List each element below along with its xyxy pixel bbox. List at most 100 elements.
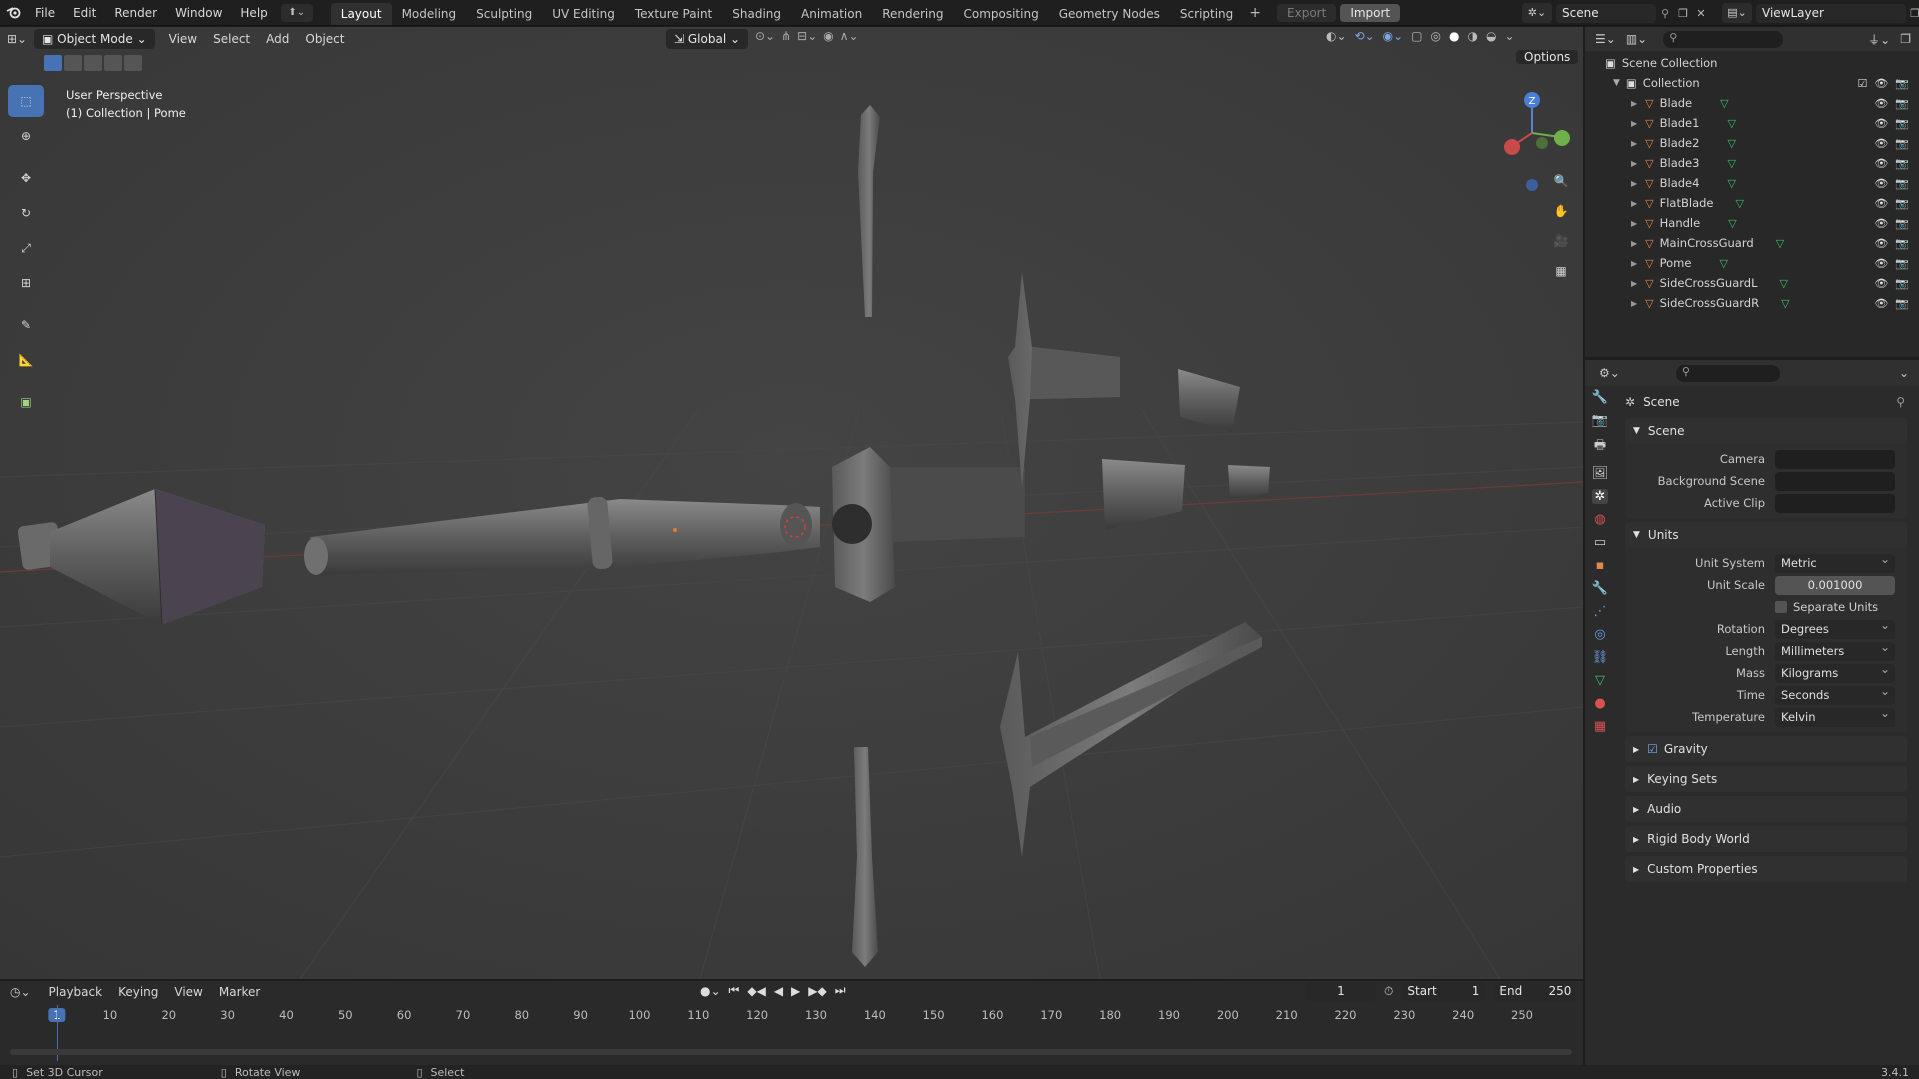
mass-dropdown[interactable]: Kilograms xyxy=(1775,660,1895,683)
mesh-data-icon[interactable]: ▽ xyxy=(1781,297,1789,310)
select-invert-icon[interactable] xyxy=(104,55,122,71)
separate-units-checkbox[interactable] xyxy=(1775,601,1787,613)
end-frame-field[interactable]: End 250 xyxy=(1493,982,1578,1001)
tab-geometry-nodes[interactable]: Geometry Nodes xyxy=(1049,3,1170,25)
render-camera-icon[interactable]: 📷 xyxy=(1895,177,1909,190)
rendered-shading-icon[interactable]: ◒ xyxy=(1486,29,1496,43)
visibility-eye-icon[interactable]: 👁 xyxy=(1874,177,1888,190)
visibility-eye-icon[interactable]: 👁 xyxy=(1874,137,1888,150)
overlay-toggle-icon[interactable]: ◉⌄ xyxy=(1383,29,1404,43)
render-camera-icon[interactable]: 📷 xyxy=(1895,297,1909,310)
visibility-eye-icon[interactable]: 👁 xyxy=(1874,97,1888,110)
tab-shading[interactable]: Shading xyxy=(722,3,791,25)
outliner-object-row[interactable]: ▶ ▽ Blade2 ▽ 👁 📷 xyxy=(1585,133,1919,153)
gizmo-neg-z-icon[interactable] xyxy=(1526,179,1538,191)
tab-sculpting[interactable]: Sculpting xyxy=(466,3,542,25)
visibility-eye-icon[interactable]: 👁 xyxy=(1874,257,1888,270)
properties-editor-icon[interactable]: ⚙⌄ xyxy=(1599,366,1620,380)
viewlayer-icon[interactable]: ▤⌄ xyxy=(1722,3,1752,23)
scene-collection-row[interactable]: ▣ Scene Collection xyxy=(1585,53,1919,73)
menu-edit[interactable]: Edit xyxy=(64,0,105,26)
visibility-eye-icon[interactable]: 👁 xyxy=(1874,157,1888,170)
mesh-data-icon[interactable]: ▽ xyxy=(1727,157,1735,170)
transform-tool-icon[interactable]: ⊞ xyxy=(8,267,44,299)
timeline-menu-playback[interactable]: Playback xyxy=(41,980,111,1004)
render-camera-icon[interactable]: 📷 xyxy=(1895,237,1909,250)
move-tool-icon[interactable]: ✥ xyxy=(8,162,44,194)
select-new-icon[interactable] xyxy=(44,55,62,71)
template-icon[interactable]: ⬆⌄ xyxy=(280,3,313,22)
pivot-icon[interactable]: ⊙⌄ xyxy=(755,29,775,43)
outliner-object-row[interactable]: ▶ ▽ Pome ▽ 👁 📷 xyxy=(1585,253,1919,273)
mesh-data-icon[interactable]: ▽ xyxy=(1727,137,1735,150)
unit-scale-field[interactable]: 0.001000 xyxy=(1775,575,1895,595)
outliner-object-row[interactable]: ▶ ▽ SideCrossGuardR ▽ 👁 📷 xyxy=(1585,293,1919,313)
gizmo-y-icon[interactable] xyxy=(1554,130,1570,146)
import-button[interactable]: Import xyxy=(1340,3,1401,22)
temperature-dropdown[interactable]: Kelvin xyxy=(1775,704,1895,727)
exclude-checkbox[interactable]: ☑ xyxy=(1857,77,1867,90)
outliner-object-row[interactable]: ▶ ▽ Blade ▽ 👁 📷 xyxy=(1585,93,1919,113)
render-camera-icon[interactable]: 📷 xyxy=(1895,277,1909,290)
visibility-eye-icon[interactable]: 👁 xyxy=(1874,117,1888,130)
render-camera-icon[interactable]: 📷 xyxy=(1895,197,1909,210)
units-panel-header[interactable]: ▼ Units xyxy=(1625,522,1907,548)
render-camera-icon[interactable]: 📷 xyxy=(1895,257,1909,270)
render-camera-icon[interactable]: 📷 xyxy=(1895,217,1909,230)
separate-units-row[interactable]: Separate Units xyxy=(1625,596,1907,618)
properties-options-icon[interactable]: ⌄ xyxy=(1899,366,1909,380)
active-clip-field[interactable] xyxy=(1775,493,1895,513)
expand-icon[interactable]: ▶ xyxy=(1631,219,1637,228)
mesh-data-icon[interactable]: ▽ xyxy=(1720,97,1728,110)
audio-panel[interactable]: ▶ Audio xyxy=(1625,796,1907,822)
current-frame-field[interactable]: 1 xyxy=(1306,982,1376,1001)
frame-ruler[interactable]: 1102030405060708090100110120130140150160… xyxy=(0,1005,1583,1027)
keying-sets-panel[interactable]: ▶ Keying Sets xyxy=(1625,766,1907,792)
rigid-body-world-panel[interactable]: ▶ Rigid Body World xyxy=(1625,826,1907,852)
visibility-eye-icon[interactable]: 👁 xyxy=(1874,77,1888,90)
tab-scripting[interactable]: Scripting xyxy=(1170,3,1243,25)
editor-type-icon[interactable]: ⊞⌄ xyxy=(0,32,34,46)
tab-modeling[interactable]: Modeling xyxy=(392,3,467,25)
preview-range-icon[interactable]: ⏱ xyxy=(1384,984,1393,999)
cursor-tool-icon[interactable]: ⊕ xyxy=(8,120,44,152)
play-icon[interactable]: ▶ xyxy=(791,984,800,998)
select-subtract-icon[interactable] xyxy=(84,55,102,71)
start-frame-field[interactable]: Start 1 xyxy=(1401,982,1486,1001)
tab-animation[interactable]: Animation xyxy=(791,3,872,25)
viewport-menu-view[interactable]: View xyxy=(161,27,205,51)
tab-compositing[interactable]: Compositing xyxy=(953,3,1048,25)
export-button[interactable]: Export xyxy=(1277,3,1337,22)
gizmo-x-icon[interactable] xyxy=(1504,139,1520,155)
ortho-grid-icon[interactable]: ▦ xyxy=(1547,257,1575,285)
tab-rendering[interactable]: Rendering xyxy=(872,3,953,25)
menu-file[interactable]: File xyxy=(26,0,64,26)
properties-search-input[interactable]: ⚲ xyxy=(1675,364,1780,382)
material-shading-icon[interactable]: ◑ xyxy=(1467,29,1477,43)
render-camera-icon[interactable]: 📷 xyxy=(1895,137,1909,150)
rotate-tool-icon[interactable]: ↻ xyxy=(8,197,44,229)
outliner-object-row[interactable]: ▶ ▽ Blade3 ▽ 👁 📷 xyxy=(1585,153,1919,173)
outliner-object-row[interactable]: ▶ ▽ MainCrossGuard ▽ 👁 📷 xyxy=(1585,233,1919,253)
expand-icon[interactable]: ▶ xyxy=(1631,239,1637,248)
tab-texture-paint[interactable]: Texture Paint xyxy=(625,3,722,25)
outliner-object-row[interactable]: ▶ ▽ Blade1 ▽ 👁 📷 xyxy=(1585,113,1919,133)
gizmo-neg-y-icon[interactable] xyxy=(1536,137,1548,149)
expand-icon[interactable]: ▶ xyxy=(1631,99,1637,108)
timeline-menu-marker[interactable]: Marker xyxy=(211,980,268,1004)
annotate-tool-icon[interactable]: ✎ xyxy=(8,309,44,341)
visibility-eye-icon[interactable]: 👁 xyxy=(1874,197,1888,210)
timeline-menu-view[interactable]: View xyxy=(166,980,210,1004)
gizmo-toggle-icon[interactable]: ⟲⌄ xyxy=(1355,29,1375,43)
outliner-search-input[interactable]: ⚲ xyxy=(1663,30,1784,48)
mesh-data-icon[interactable]: ▽ xyxy=(1776,237,1784,250)
outliner-editor-icon[interactable]: ☰⌄ xyxy=(1595,32,1616,46)
xray-icon[interactable]: ▢ xyxy=(1411,29,1422,43)
wireframe-shading-icon[interactable]: ◎ xyxy=(1431,29,1441,43)
scale-tool-icon[interactable]: ⤢ xyxy=(8,232,44,264)
play-reverse-icon[interactable]: ◀ xyxy=(774,984,783,998)
scene-panel-header[interactable]: ▼ Scene xyxy=(1625,418,1907,444)
render-camera-icon[interactable]: 📷 xyxy=(1895,97,1909,110)
tab-layout[interactable]: Layout xyxy=(330,2,392,25)
collection-row[interactable]: ▼ ▣ Collection ☑ 👁 📷 xyxy=(1585,73,1919,93)
